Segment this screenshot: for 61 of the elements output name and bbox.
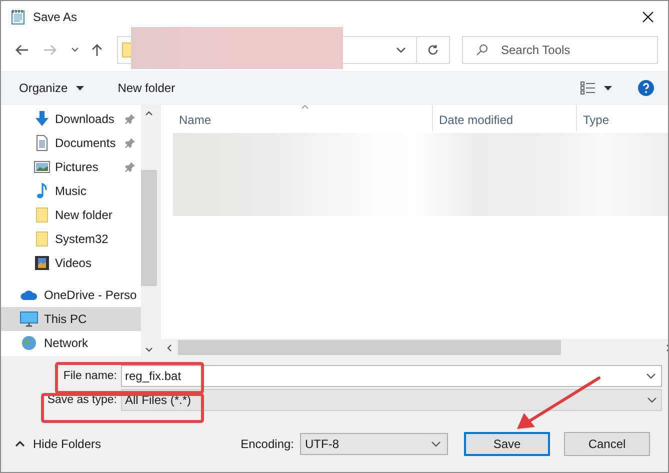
refresh-icon — [427, 44, 439, 56]
sidebar-item[interactable]: This PC — [1, 307, 141, 331]
sidebar-item[interactable]: New folder — [1, 203, 141, 227]
film-strip-icon — [34, 255, 50, 271]
globe-icon — [20, 335, 38, 351]
sidebar-item[interactable]: Network — [1, 331, 141, 355]
hide-folders-button[interactable]: Hide Folders — [11, 433, 106, 455]
scroll-down-icon[interactable] — [145, 347, 153, 352]
back-arrow-icon[interactable] — [15, 44, 29, 56]
save-button[interactable]: Save — [464, 432, 550, 456]
sidebar-item[interactable]: Documents — [1, 131, 141, 155]
scroll-up-icon[interactable] — [145, 111, 153, 116]
folder-icon — [34, 231, 50, 247]
sidebar-item[interactable]: Pictures — [1, 155, 141, 179]
cancel-button[interactable]: Cancel — [564, 432, 650, 456]
help-icon[interactable] — [638, 80, 654, 96]
sidebar-item[interactable]: Downloads — [1, 107, 141, 131]
chevron-icon[interactable] — [396, 47, 406, 53]
save-as-type-dropdown[interactable]: All Files (*.*) — [121, 389, 662, 411]
column-header[interactable]: Date modified — [433, 105, 577, 131]
caret-icon — [76, 86, 84, 90]
new-folder-button[interactable]: New folder — [112, 77, 182, 99]
close-icon[interactable] — [642, 10, 654, 22]
chevron-up-icon — [15, 441, 25, 447]
folder-icon — [34, 207, 50, 223]
chevron-icon[interactable] — [71, 47, 79, 53]
sidebar-item[interactable]: Music — [1, 179, 141, 203]
chevron-icon[interactable] — [646, 373, 656, 379]
search-icon — [476, 44, 488, 56]
column-header[interactable]: Type — [577, 105, 668, 131]
chevron-icon — [647, 397, 657, 403]
sidebar-item[interactable]: System32 — [1, 227, 141, 251]
caret-icon[interactable] — [604, 86, 612, 90]
refresh-button[interactable] — [417, 36, 450, 64]
search-field[interactable]: Search Tools — [462, 36, 658, 64]
cloud-icon — [20, 289, 38, 301]
document-icon — [34, 135, 50, 151]
window-title: Save As — [33, 10, 78, 24]
field-label: File name: — [62, 370, 118, 382]
pin-icon — [125, 138, 135, 148]
field-label: Encoding: — [240, 437, 294, 451]
monitor-icon — [20, 311, 38, 327]
view-options-icon[interactable] — [580, 81, 596, 95]
sidebar-item[interactable]: Videos — [1, 251, 141, 275]
scrollbar-thumb[interactable] — [178, 340, 561, 355]
notepad-icon — [10, 8, 26, 24]
column-header[interactable]: Name — [173, 105, 433, 131]
pin-icon — [125, 162, 135, 172]
file-name-field[interactable]: reg_fix.bat — [121, 365, 662, 387]
pictures-icon — [34, 159, 50, 175]
chevron-icon — [431, 441, 441, 447]
encoding-dropdown[interactable]: UTF-8 — [300, 433, 448, 455]
pin-icon — [125, 114, 135, 124]
horizontal-scrollbar[interactable] — [161, 339, 668, 356]
scrollbar-thumb[interactable] — [141, 170, 157, 286]
music-note-icon — [34, 183, 50, 199]
up-arrow-icon[interactable] — [91, 43, 103, 57]
organize-menu-button[interactable]: Organize — [13, 77, 90, 99]
download-arrow-icon — [34, 111, 50, 127]
sidebar-item[interactable]: OneDrive - Perso — [1, 283, 141, 307]
scroll-left-icon[interactable] — [167, 344, 172, 352]
